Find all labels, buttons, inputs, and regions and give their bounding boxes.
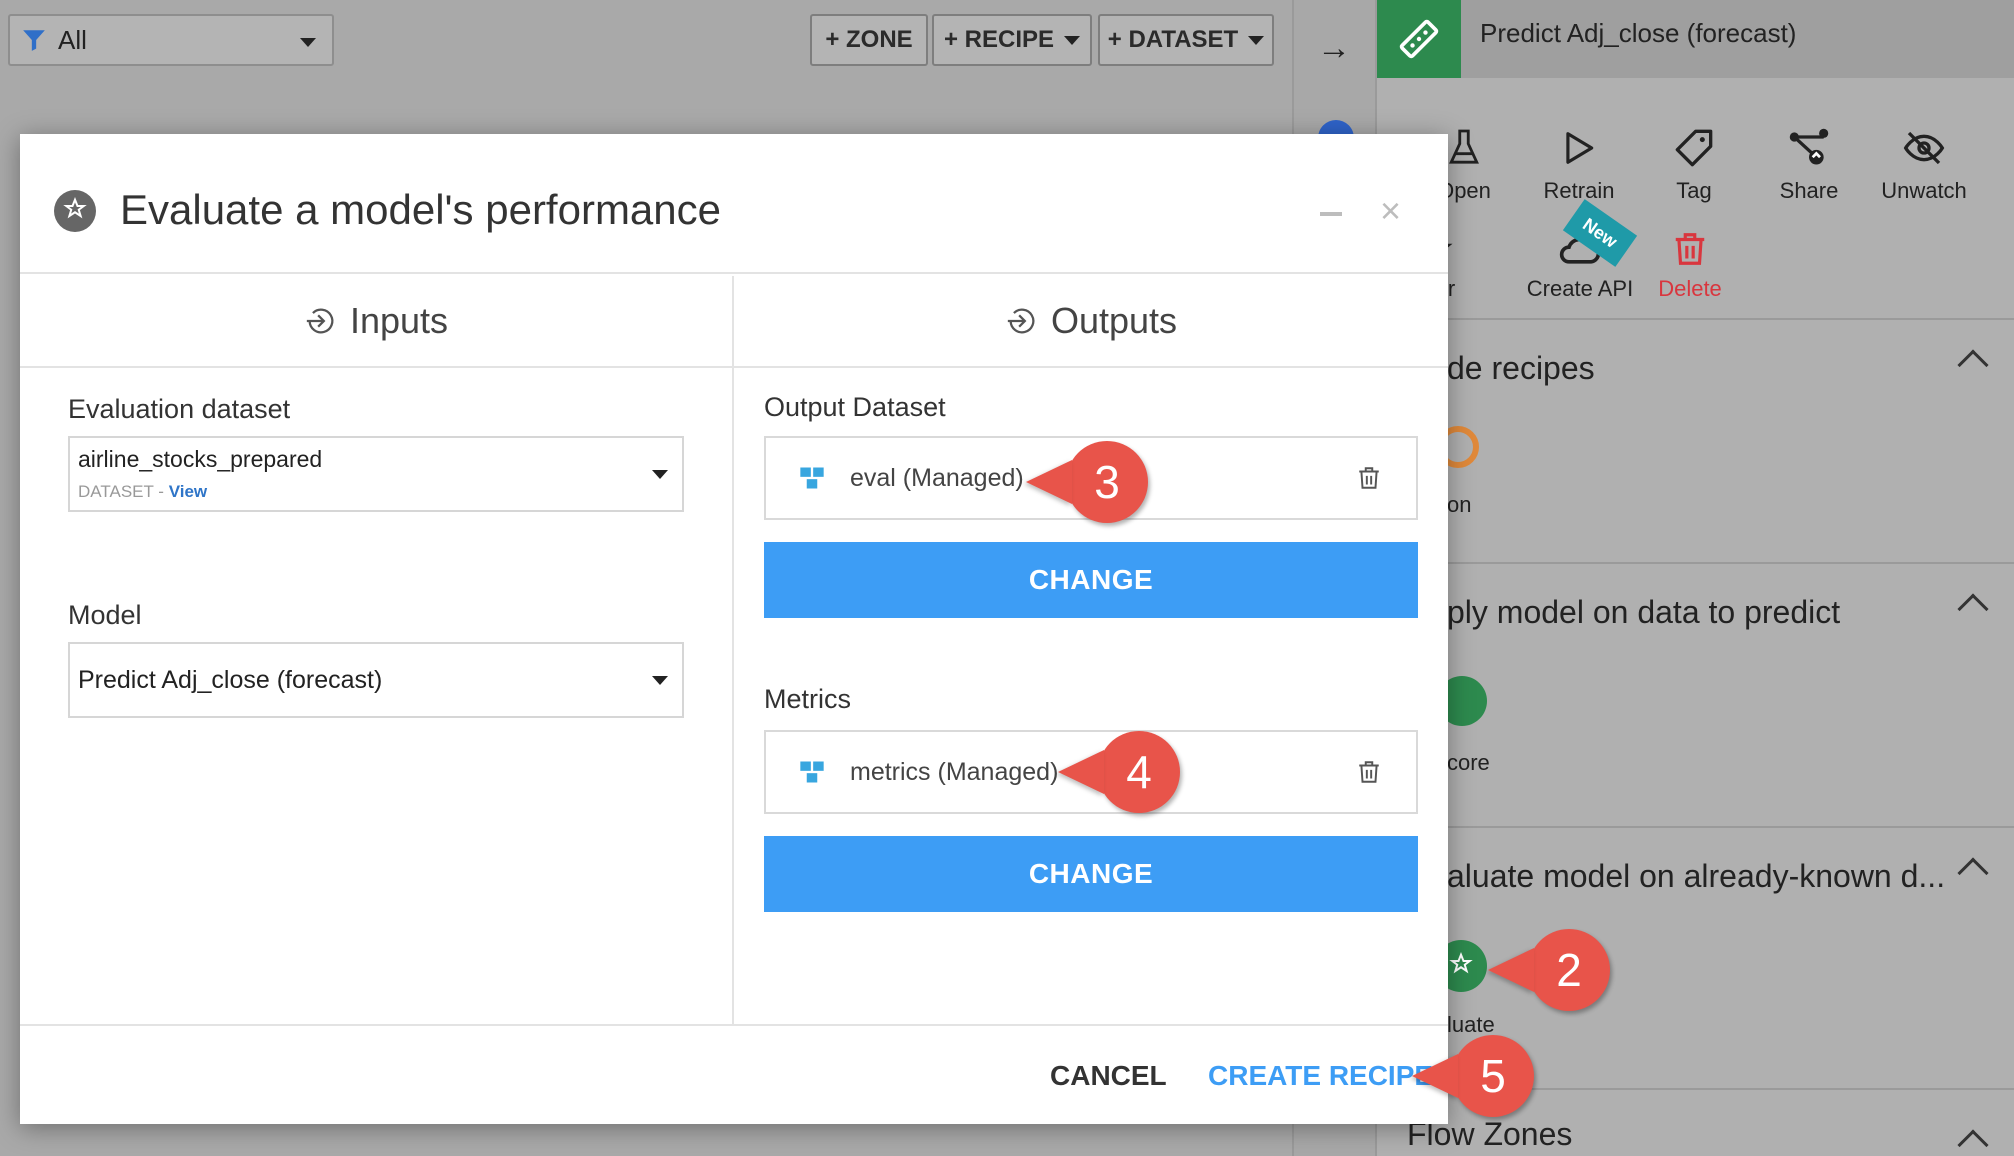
inputs-header: Inputs <box>20 276 732 368</box>
section-apply-model: ply model on data to predict core <box>1377 562 2014 826</box>
callout-number: 3 <box>1066 441 1148 523</box>
share-label: Share <box>1779 178 1839 203</box>
evaluation-dataset-value: airline_stocks_prepared <box>78 446 323 472</box>
metrics-label: Metrics <box>764 684 851 714</box>
outputs-header: Outputs <box>734 276 1448 368</box>
chevron-down-icon <box>652 676 668 685</box>
share-icon <box>1749 118 1869 178</box>
cancel-button[interactable]: CANCEL <box>1050 1060 1167 1092</box>
tag-label: Tag <box>1676 178 1712 203</box>
filter-value: All <box>58 24 87 55</box>
share-action[interactable]: Share <box>1749 118 1869 204</box>
chevron-up-icon[interactable] <box>1957 1129 1989 1156</box>
model-label: Model <box>68 600 142 630</box>
callout-3: 3 <box>1026 441 1148 523</box>
evaluation-dataset-select[interactable]: airline_stocks_prepared DATASET - View <box>68 436 684 512</box>
callout-number: 5 <box>1452 1035 1534 1117</box>
play-icon <box>1519 118 1639 178</box>
evaluation-dataset-label: Evaluation dataset <box>68 394 291 424</box>
close-icon[interactable]: × <box>1380 190 1401 232</box>
model-select[interactable]: Predict Adj_close (forecast) <box>68 642 684 718</box>
callout-pointer <box>1488 948 1534 992</box>
chevron-down-icon <box>1248 35 1265 45</box>
dataset-cubes-icon <box>800 467 824 489</box>
add-dataset-label: + DATASET <box>1107 26 1239 53</box>
inputs-label: Inputs <box>349 300 449 341</box>
section-title: ply model on data to predict <box>1447 594 1841 630</box>
callout-4: 4 <box>1058 731 1180 813</box>
create-recipe-button[interactable]: CREATE RECIPE <box>1208 1060 1433 1092</box>
new-badge-label: New <box>1579 214 1621 252</box>
outputs-label: Outputs <box>1050 300 1178 341</box>
delete-label: Delete <box>1658 276 1722 301</box>
minimize-icon[interactable] <box>1320 212 1342 216</box>
callout-pointer <box>1026 460 1072 504</box>
modal-title: Evaluate a model's performance <box>120 186 722 233</box>
input-arrow-icon <box>306 308 334 334</box>
callout-number: 2 <box>1528 929 1610 1011</box>
section-sub-label: core <box>1447 750 1490 775</box>
dataset-type-separator: - <box>153 482 169 501</box>
eye-off-icon <box>1864 118 1984 178</box>
change-output-dataset-button[interactable]: CHANGE <box>764 542 1418 618</box>
callout-5: 5 <box>1412 1035 1534 1117</box>
filter-icon <box>10 16 58 64</box>
output-dataset-label: Output Dataset <box>764 392 946 422</box>
retrain-label: Retrain <box>1543 178 1615 203</box>
change-label: CHANGE <box>1028 858 1154 889</box>
add-recipe-label: + RECIPE <box>943 26 1055 53</box>
trash-icon[interactable] <box>1356 464 1382 492</box>
chevron-down-icon <box>1064 35 1081 45</box>
section-title: aluate model on already-known d... <box>1447 858 1946 894</box>
chevron-up-icon[interactable] <box>1957 593 1989 625</box>
trash-icon <box>1630 222 1750 276</box>
collapse-arrow-icon[interactable]: → <box>1310 28 1358 68</box>
output-dataset-value: eval (Managed) <box>850 463 1024 492</box>
section-sub-label: luate <box>1447 1012 1495 1037</box>
view-dataset-link[interactable]: View <box>169 482 207 501</box>
callout-2: 2 <box>1488 929 1610 1011</box>
unwatch-action[interactable]: Unwatch <box>1864 118 1984 204</box>
delete-action[interactable]: Delete <box>1630 222 1750 302</box>
change-metrics-button[interactable]: CHANGE <box>764 836 1418 912</box>
column-divider <box>732 276 734 1024</box>
trash-icon[interactable] <box>1356 758 1382 786</box>
chevron-down-icon <box>652 470 668 479</box>
unwatch-label: Unwatch <box>1881 178 1967 203</box>
flow-filter-select[interactable]: All <box>8 14 334 66</box>
evaluate-recipe-icon <box>54 190 96 232</box>
metrics-value: metrics (Managed) <box>850 757 1059 786</box>
retrain-action[interactable]: Retrain <box>1519 118 1639 204</box>
chevron-up-icon[interactable] <box>1957 349 1989 381</box>
tag-icon <box>1634 118 1754 178</box>
callout-pointer <box>1412 1054 1458 1098</box>
section-title: de recipes <box>1447 350 1595 386</box>
change-label: CHANGE <box>1028 564 1154 595</box>
section-sub-label: on <box>1447 492 1472 517</box>
dataset-type-label: DATASET <box>78 482 154 501</box>
section-code-recipes: de recipes on <box>1377 318 2014 562</box>
evaluate-model-modal: Evaluate a model's performance × Inputs … <box>20 134 1448 1124</box>
add-recipe-button[interactable]: + RECIPE <box>932 14 1092 66</box>
saved-model-icon <box>1377 0 1461 78</box>
panel-title: Predict Adj_close (forecast) <box>1480 18 1797 48</box>
model-value: Predict Adj_close (forecast) <box>78 666 383 694</box>
output-arrow-icon <box>1007 308 1035 334</box>
dataset-cubes-icon <box>800 761 824 783</box>
chevron-up-icon[interactable] <box>1957 857 1989 889</box>
chevron-down-icon <box>300 38 316 47</box>
callout-pointer <box>1058 750 1104 794</box>
add-zone-label: + ZONE <box>825 26 913 53</box>
callout-number: 4 <box>1098 731 1180 813</box>
tag-action[interactable]: Tag <box>1634 118 1754 204</box>
add-dataset-button[interactable]: + DATASET <box>1098 14 1274 66</box>
add-zone-button[interactable]: + ZONE <box>810 14 928 66</box>
